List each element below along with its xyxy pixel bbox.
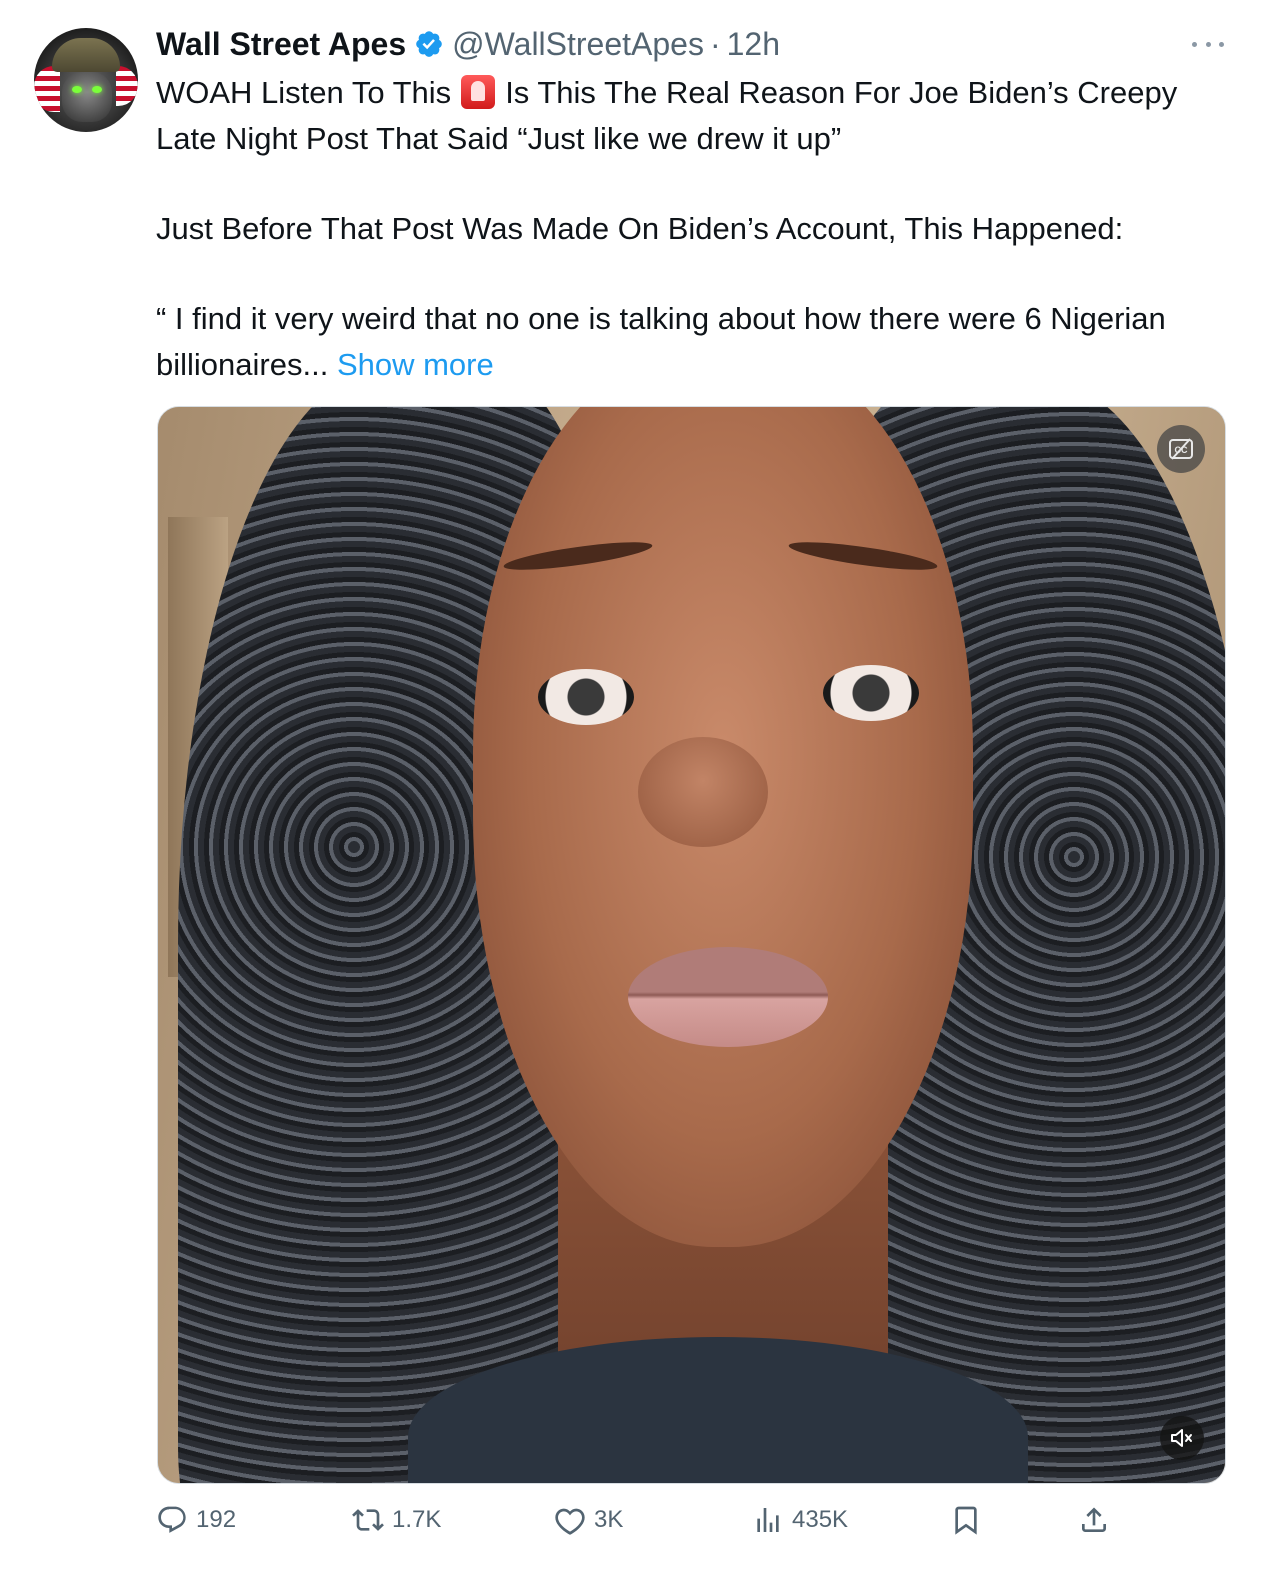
author-handle[interactable]: @WallStreetApes <box>452 26 704 63</box>
tweet-header: Wall Street Apes @WallStreetApes · 12h <box>156 22 780 66</box>
video-player[interactable] <box>157 406 1226 1484</box>
reply-icon <box>158 1506 186 1533</box>
timestamp[interactable]: 12h <box>727 26 780 63</box>
avatar-flag <box>34 66 60 112</box>
action-bar: 192 1.7K 3K 435K <box>156 1496 1226 1544</box>
repost-count: 1.7K <box>392 1506 442 1533</box>
video-eye-left <box>538 669 634 725</box>
more-dot <box>1192 41 1197 47</box>
like-button[interactable]: 3K <box>554 1496 623 1544</box>
video-lips <box>628 947 828 1047</box>
more-options-icon[interactable] <box>1192 30 1224 58</box>
bookmark-icon <box>955 1506 977 1535</box>
police-siren-emoji <box>461 75 496 109</box>
captions-icon[interactable]: CC <box>1157 425 1205 473</box>
like-count: 3K <box>594 1506 624 1533</box>
avatar-ape-face <box>62 72 112 122</box>
verified-badge-icon <box>416 31 442 57</box>
avatar-helmet <box>52 38 120 72</box>
share-button[interactable] <box>1078 1496 1118 1544</box>
author-name[interactable]: Wall Street Apes <box>156 26 406 63</box>
avatar-flag-right <box>116 66 138 106</box>
tweet-line-start: WOAH Listen To This <box>156 75 452 110</box>
repost-button[interactable]: 1.7K <box>352 1496 441 1544</box>
video-nose <box>638 737 768 847</box>
video-eye-right <box>823 665 919 721</box>
tweet-text: WOAH Listen To This Is This The Real Reas… <box>156 70 1226 388</box>
avatar[interactable] <box>34 28 138 132</box>
tweet-paragraph-3: “ I find it very weird that no one is ta… <box>156 296 1226 388</box>
views-icon <box>757 1508 779 1532</box>
reply-button[interactable]: 192 <box>156 1496 236 1544</box>
reply-count: 192 <box>196 1506 237 1533</box>
views-count: 435K <box>792 1506 849 1533</box>
more-dot <box>1219 41 1224 47</box>
bookmark-button[interactable] <box>950 1496 990 1544</box>
tweet-paragraph-1: WOAH Listen To This Is This The Real Reas… <box>156 70 1226 162</box>
share-icon <box>1082 1507 1106 1532</box>
muted-speaker-icon[interactable] <box>1160 1416 1204 1460</box>
repost-icon <box>352 1509 384 1531</box>
more-dot <box>1205 41 1211 47</box>
avatar-eye-left <box>72 86 82 93</box>
avatar-eye-right <box>92 86 102 93</box>
tweet-paragraph-2: Just Before That Post Was Made On Biden’… <box>156 211 1124 246</box>
tweet-quote: “ I find it very weird that no one is ta… <box>156 301 1166 382</box>
views-button[interactable]: 435K <box>752 1496 848 1544</box>
separator-dot: · <box>709 25 721 62</box>
heart-icon <box>555 1508 585 1535</box>
show-more-link[interactable]: Show more <box>337 347 494 382</box>
